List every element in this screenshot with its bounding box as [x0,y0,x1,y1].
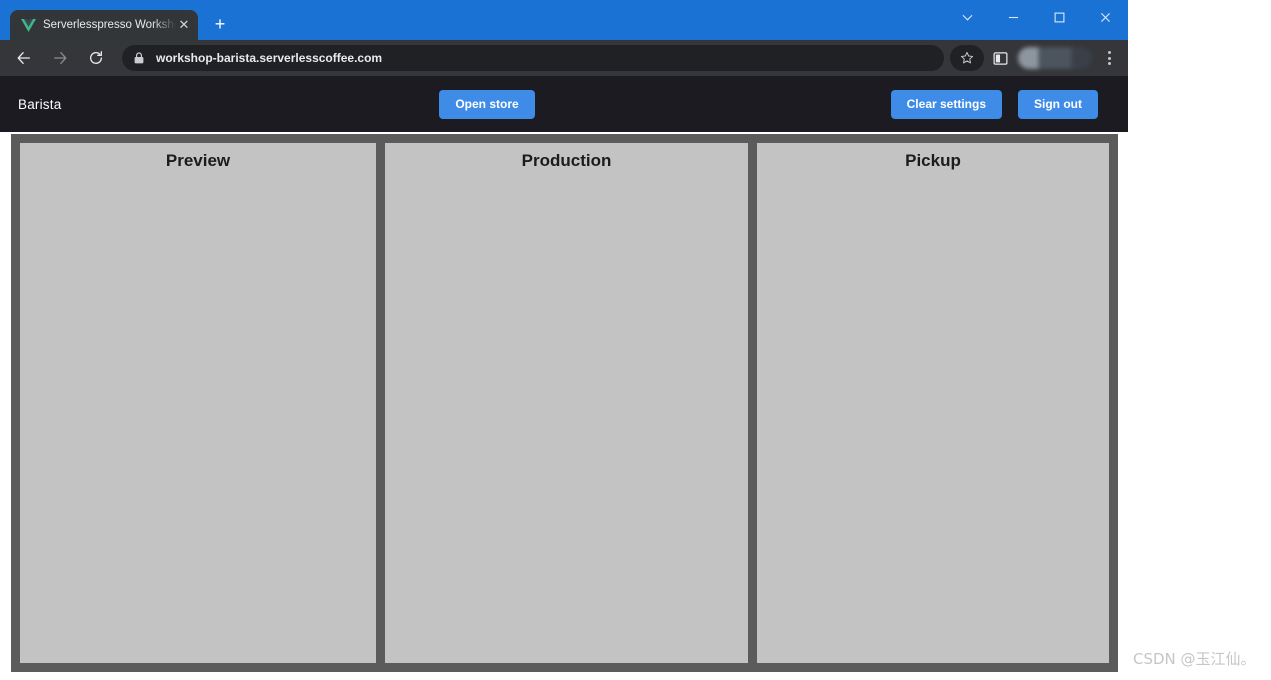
board-column-production[interactable]: Production [385,143,748,663]
three-dot-menu-icon[interactable] [1096,44,1122,72]
back-icon[interactable] [10,44,38,72]
vue-logo-icon [20,17,36,33]
window-controls [944,0,1128,34]
column-order-list-production[interactable] [385,171,748,663]
reload-icon[interactable] [82,44,110,72]
browser-toolbar: workshop-barista.serverlesscoffee.com [0,40,1128,76]
lock-icon [134,52,146,64]
minimize-icon[interactable] [990,0,1036,34]
clear-settings-button[interactable]: Clear settings [890,89,1002,119]
app-header: Barista Open store Clear settings Sign o… [0,76,1128,132]
star-icon[interactable] [950,45,984,71]
address-bar[interactable]: workshop-barista.serverlesscoffee.com [122,45,944,71]
forward-icon[interactable] [46,44,74,72]
browser-tab[interactable]: Serverlesspresso Workshop - Barista ✕ [10,10,198,40]
column-title: Production [521,151,612,170]
profile-avatar[interactable] [1018,47,1092,69]
open-store-button[interactable]: Open store [439,89,535,119]
watermark-text: CSDN @玉江仙。 [1133,650,1256,668]
board-column-preview[interactable]: Preview [20,143,376,663]
tab-title: Serverlesspresso Workshop - Barista [43,19,176,31]
page-title: Barista [18,96,62,112]
tab-strip: Serverlesspresso Workshop - Barista ✕ + [0,0,234,40]
side-panel-icon[interactable] [986,44,1014,72]
header-center: Open store [61,89,890,119]
header-actions: Clear settings Sign out [890,89,1098,119]
chevron-down-icon[interactable] [944,0,990,34]
page-content: Barista Open store Clear settings Sign o… [0,76,1128,680]
url-text: workshop-barista.serverlesscoffee.com [156,51,383,65]
new-tab-button[interactable]: + [206,10,234,38]
board-column-pickup[interactable]: Pickup [757,143,1109,663]
order-board-wrapper: Preview Production Pickup [0,132,1128,680]
column-title: Preview [165,151,231,170]
order-board: Preview Production Pickup [11,134,1118,672]
browser-titlebar: Serverlesspresso Workshop - Barista ✕ + [0,0,1128,40]
column-order-list-pickup[interactable] [757,171,1109,663]
maximize-icon[interactable] [1036,0,1082,34]
browser-window: Serverlesspresso Workshop - Barista ✕ + [0,0,1128,680]
column-order-list-preview[interactable] [20,171,376,663]
sign-out-button[interactable]: Sign out [1018,89,1098,119]
close-icon[interactable]: ✕ [176,17,192,33]
close-window-icon[interactable] [1082,0,1128,34]
column-title: Pickup [905,151,961,170]
